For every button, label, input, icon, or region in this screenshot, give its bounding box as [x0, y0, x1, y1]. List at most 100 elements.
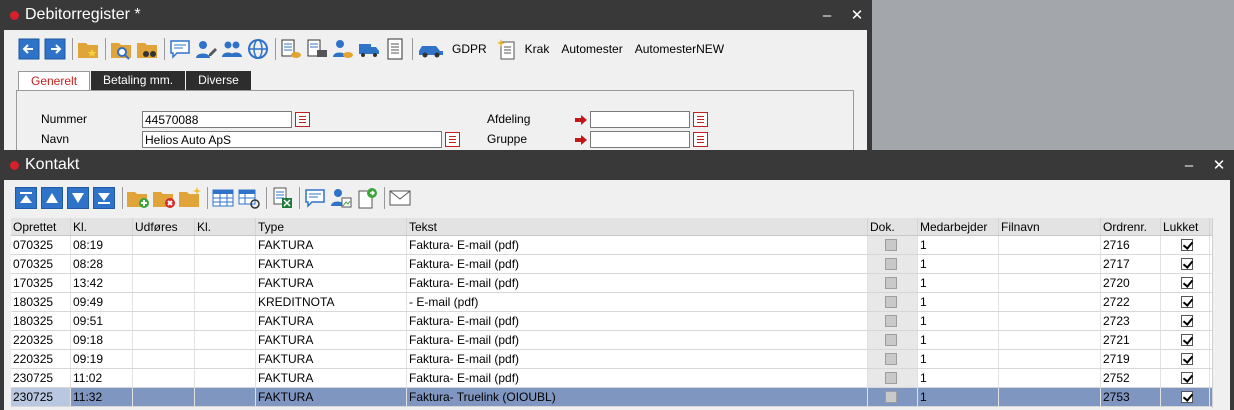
- table-row[interactable]: 070325 08:19 FAKTURA Faktura- E-mail (pdf) 1…: [11, 236, 1226, 255]
- nummer-lookup-icon[interactable]: [295, 112, 310, 127]
- table-row[interactable]: 170325 13:42 FAKTURA Faktura- E-mail (pdf) 1…: [11, 274, 1226, 293]
- lukket-checkbox[interactable]: [1181, 277, 1193, 289]
- ledger-coins-button[interactable]: [279, 37, 303, 61]
- minimize-button[interactable]: –: [812, 7, 842, 24]
- forward-button[interactable]: [43, 37, 67, 61]
- table-row[interactable]: 230725 11:32 FAKTURA Faktura- Truelink (OIO…: [11, 388, 1226, 407]
- gruppe-lookup-icon[interactable]: [693, 132, 708, 147]
- lukket-checkbox[interactable]: [1181, 334, 1193, 346]
- vertical-scrollbar[interactable]: [1212, 218, 1226, 408]
- window-title: Kontakt: [25, 156, 80, 173]
- automester-button[interactable]: Automester: [561, 42, 622, 56]
- afdeling-field[interactable]: [590, 111, 690, 128]
- lukket-checkbox[interactable]: [1181, 353, 1193, 365]
- document-indicator-icon[interactable]: [885, 372, 897, 384]
- users-button[interactable]: [220, 37, 244, 61]
- table-view-button[interactable]: [211, 186, 235, 210]
- lukket-checkbox[interactable]: [1181, 258, 1193, 270]
- toolbar-separator: [266, 187, 267, 209]
- table-row[interactable]: 180325 09:49 KREDITNOTA - E-mail (pdf) 1 2722: [11, 293, 1226, 312]
- first-record-button[interactable]: [15, 187, 37, 209]
- afdeling-lookup-icon[interactable]: [693, 112, 708, 127]
- binoculars-folder-button[interactable]: [135, 37, 159, 61]
- col-udfores[interactable]: Udføres: [133, 218, 195, 235]
- comment-button[interactable]: [168, 37, 192, 61]
- col-filnavn[interactable]: Filnavn: [999, 218, 1101, 235]
- cell-filnavn: [999, 274, 1101, 292]
- nummer-field[interactable]: [142, 111, 292, 128]
- toolbar-separator: [105, 38, 106, 60]
- col-oprettet[interactable]: Oprettet: [11, 218, 71, 235]
- delivery-button[interactable]: [357, 37, 381, 61]
- arrow-up-icon: [46, 193, 58, 203]
- back-button[interactable]: [17, 37, 41, 61]
- lukket-checkbox[interactable]: [1181, 372, 1193, 384]
- col-kl2[interactable]: Kl.: [195, 218, 256, 235]
- col-type[interactable]: Type: [256, 218, 407, 235]
- lukket-cell: [1161, 236, 1210, 254]
- previous-record-button[interactable]: [41, 187, 63, 209]
- delete-folder-button[interactable]: [152, 186, 176, 210]
- export-excel-button[interactable]: [270, 186, 294, 210]
- contact-image-button[interactable]: [329, 186, 353, 210]
- col-medarbejder[interactable]: Medarbejder: [918, 218, 999, 235]
- col-lukket[interactable]: Lukket: [1161, 218, 1210, 235]
- last-record-button[interactable]: [93, 187, 115, 209]
- ledger-print-button[interactable]: [305, 37, 329, 61]
- user-coins-button[interactable]: [331, 37, 355, 61]
- table-row[interactable]: 230725 11:02 FAKTURA Faktura- E-mail (pdf) 1…: [11, 369, 1226, 388]
- gruppe-field[interactable]: [590, 131, 690, 148]
- open-document-button[interactable]: [355, 186, 379, 210]
- lukket-checkbox[interactable]: [1181, 296, 1193, 308]
- table-row[interactable]: 220325 09:18 FAKTURA Faktura- E-mail (pdf) 1…: [11, 331, 1226, 350]
- car-button[interactable]: [416, 37, 446, 61]
- table-row[interactable]: 180325 09:51 FAKTURA Faktura- E-mail (pdf) 1…: [11, 312, 1226, 331]
- tab-betaling[interactable]: Betaling mm.: [91, 71, 186, 90]
- document-indicator-icon[interactable]: [885, 315, 897, 327]
- krak-icon-button[interactable]: [495, 37, 519, 61]
- col-kl[interactable]: Kl.: [71, 218, 133, 235]
- cell-ordrenr: 2753: [1101, 388, 1161, 406]
- automesternew-button[interactable]: AutomesterNEW: [635, 42, 724, 56]
- document-indicator-icon[interactable]: [885, 334, 897, 346]
- ledger-print-icon: [307, 39, 327, 57]
- tab-diverse[interactable]: Diverse: [186, 71, 251, 90]
- web-button[interactable]: [246, 37, 270, 61]
- note-button[interactable]: [303, 186, 327, 210]
- email-button[interactable]: [388, 186, 412, 210]
- add-folder-button[interactable]: [126, 186, 150, 210]
- navn-field[interactable]: [142, 131, 442, 148]
- favorite-folder-button[interactable]: [76, 37, 100, 61]
- lukket-cell: [1161, 388, 1210, 406]
- document-indicator-icon[interactable]: [885, 353, 897, 365]
- lukket-checkbox[interactable]: [1181, 315, 1193, 327]
- next-record-button[interactable]: [67, 187, 89, 209]
- user-coins-icon: [333, 40, 353, 58]
- document-indicator-icon[interactable]: [885, 239, 897, 251]
- document-button[interactable]: [383, 37, 407, 61]
- search-folder-button[interactable]: [109, 37, 133, 61]
- gdpr-button[interactable]: GDPR: [452, 42, 487, 56]
- document-indicator-icon[interactable]: [885, 391, 897, 403]
- table-link-button[interactable]: [237, 186, 261, 210]
- kontakt-titlebar[interactable]: Kontakt – ✕: [0, 150, 1234, 180]
- table-row[interactable]: 070325 08:28 FAKTURA Faktura- E-mail (pdf) 1…: [11, 255, 1226, 274]
- document-indicator-icon[interactable]: [885, 296, 897, 308]
- table-row[interactable]: 220325 09:19 FAKTURA Faktura- E-mail (pdf) 1…: [11, 350, 1226, 369]
- debitorregister-titlebar[interactable]: Debitorregister * – ✕: [0, 0, 872, 30]
- col-dok[interactable]: Dok.: [868, 218, 918, 235]
- close-button[interactable]: ✕: [842, 6, 872, 24]
- tab-generelt[interactable]: Generelt: [18, 71, 91, 90]
- minimize-button[interactable]: –: [1174, 157, 1204, 174]
- lukket-checkbox[interactable]: [1181, 391, 1193, 403]
- close-button[interactable]: ✕: [1204, 156, 1234, 174]
- col-tekst[interactable]: Tekst: [407, 218, 868, 235]
- lukket-checkbox[interactable]: [1181, 239, 1193, 251]
- edit-user-button[interactable]: [194, 37, 218, 61]
- col-ordrenr[interactable]: Ordrenr.: [1101, 218, 1161, 235]
- document-indicator-icon[interactable]: [885, 277, 897, 289]
- krak-button[interactable]: Krak: [525, 42, 550, 56]
- document-indicator-icon[interactable]: [885, 258, 897, 270]
- navn-lookup-icon[interactable]: [445, 132, 460, 147]
- new-folder-button[interactable]: [178, 186, 202, 210]
